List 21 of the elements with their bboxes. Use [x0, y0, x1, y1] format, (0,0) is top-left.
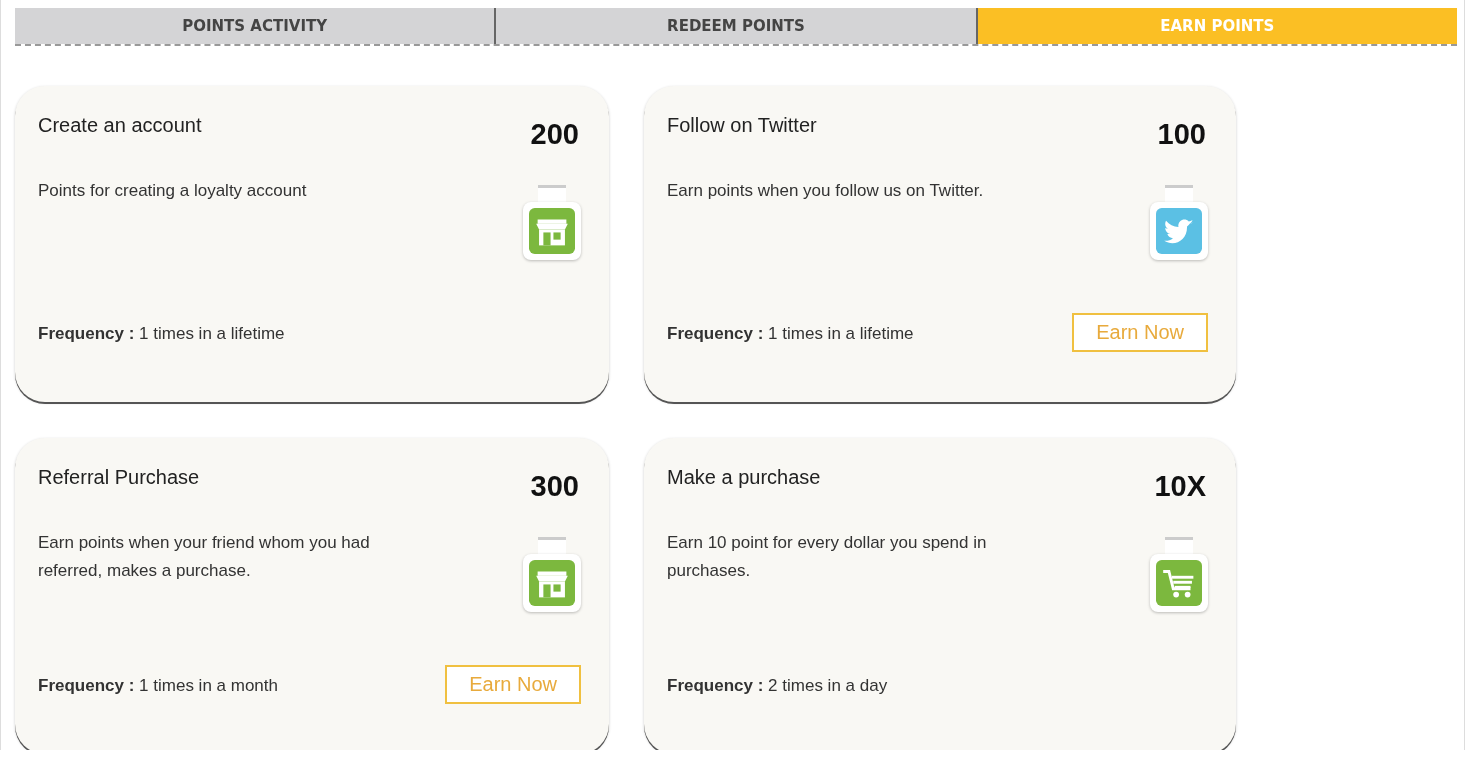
card-description: Earn points when you follow us on Twitter.: [667, 180, 985, 202]
card-title: Make a purchase: [667, 466, 821, 489]
points-value: 100: [1157, 118, 1206, 151]
card-description: Earn 10 point for every dollar you spend in purchases.: [667, 532, 988, 582]
frequency-text: Frequency : 1 times in a month: [38, 676, 278, 696]
frequency-text: Frequency : 1 times in a lifetime: [667, 324, 914, 344]
earn-now-button[interactable]: Earn Now: [445, 664, 581, 704]
frequency-text: Frequency : 1 times in a lifetime: [38, 324, 285, 344]
card-title: Follow on Twitter: [667, 114, 817, 137]
points-value: 10X: [1154, 470, 1206, 503]
card-description: Earn points when your friend whom you had referred, makes a purchase.: [38, 532, 371, 582]
tab[interactable]: POINTS ACTIVITY: [15, 8, 497, 44]
points-value: 200: [530, 118, 579, 151]
card-description: Points for creating a loyalty account: [38, 180, 308, 202]
points-value: 300: [530, 470, 579, 503]
tab[interactable]: REDEEM POINTS: [496, 8, 978, 44]
frequency-text: Frequency : 2 times in a day: [667, 676, 888, 696]
earn-now-button[interactable]: Earn Now: [1072, 312, 1208, 352]
tab[interactable]: EARN POINTS: [977, 8, 1457, 44]
card-title: Referral Purchase: [38, 466, 200, 489]
card-title: Create an account: [38, 114, 202, 137]
